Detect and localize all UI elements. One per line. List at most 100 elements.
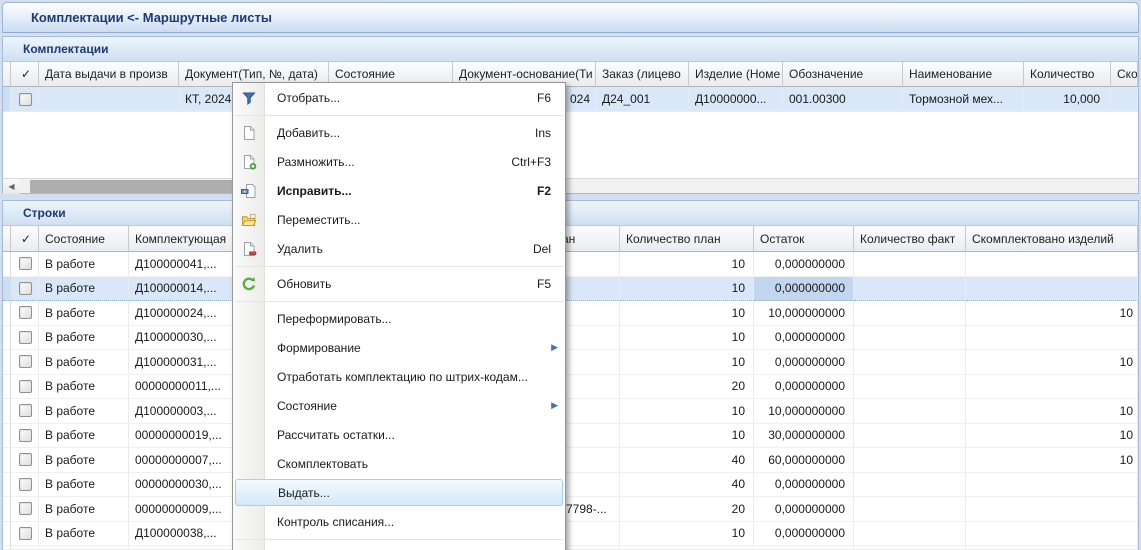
row-indicator [3,252,11,277]
row-checkbox[interactable] [19,478,32,491]
menu-item-filter[interactable]: Отобрать... F6 [233,83,565,112]
col-header-order[interactable]: Заказ (лицево [596,62,689,87]
menu-item-add[interactable]: Добавить... Ins [233,118,565,147]
cell-component: Д100000031,... [129,350,239,375]
cell-rest: 0,000000000 [754,350,854,375]
horizontal-scrollbar[interactable]: ◀ [3,178,1138,193]
cell-assembled: 10 [966,399,1138,424]
row-indicator [3,87,11,112]
menu-item-calc-rests[interactable]: Рассчитать остатки... [233,420,565,449]
row-checkbox[interactable] [19,404,32,417]
row-checkbox[interactable] [19,355,32,368]
col-header-name[interactable]: Наименование [903,62,1024,87]
menu-item-assemble[interactable]: Скомплектовать [233,449,565,478]
table-row[interactable]: В работе 00000000009,... 7798-... 20 0,0… [3,497,1138,522]
row-checkbox[interactable] [19,93,32,106]
cell-product: Д10000000... [689,87,783,112]
menu-item-refresh[interactable]: Обновить F5 [233,269,565,298]
col-header-assembled[interactable]: Ском [1111,62,1138,87]
col-header-qty-fact[interactable]: Количество факт [854,226,966,252]
table-row[interactable]: В работе Д100000031,... 10 0,000000000 1… [3,350,1138,375]
cell-qty-fact [854,424,966,449]
cell-state: В работе [39,277,129,302]
menu-item-reform[interactable]: Переформировать... [233,304,565,333]
cell-state: В работе [39,448,129,473]
row-indicator-header [3,226,11,252]
col-header-qty-plan[interactable]: Количество план [620,226,754,252]
page-title: Комплектации <- Маршрутные листы [31,10,272,25]
table-row[interactable]: В работе Д100000024,... 10 10,000000000 … [3,301,1138,326]
cell-state: В работе [39,252,129,277]
cell-rest: 0,000000000 [754,252,854,277]
row-checkbox[interactable] [19,502,32,515]
row-checkbox[interactable] [19,453,32,466]
table-row[interactable]: В работе Д100000030,... 10 0,000000000 [3,326,1138,351]
cell-assembled [966,375,1138,400]
col-header-assembled-products[interactable]: Скомплектовано изделий [966,226,1138,252]
menu-item-state[interactable]: Состояние ▶ [233,391,565,420]
cell-component: Д100000041,... [129,252,239,277]
table-row[interactable]: КТ, 2024 024 Д24_001 Д10000000... 001.00… [3,87,1138,112]
menu-item-duplicate[interactable]: Размножить... Ctrl+F3 [233,147,565,176]
select-all-column-header[interactable]: ✓ [11,226,39,252]
filter-icon [240,89,258,107]
row-checkbox[interactable] [19,282,32,295]
menu-item-barcode-processing[interactable]: Отработать комплектацию по штрих-кодам..… [233,362,565,391]
cell-assembled [1111,87,1138,112]
menu-item-formation[interactable]: Формирование ▶ [233,333,565,362]
table-row[interactable]: В работе 00000000019,... 10 30,000000000… [3,424,1138,449]
row-indicator [3,448,11,473]
cell-name: Тормозной мех... [903,87,1024,112]
cell-component: 00000000009,... [129,497,239,522]
menu-item-edit[interactable]: Исправить... F2 [233,176,565,205]
cell-rest: 0,000000000 [754,326,854,351]
cell-designation: 001.00300 [783,87,903,112]
table-row[interactable]: В работе Д100000041,... 10 0,000000000 [3,252,1138,277]
table-row[interactable]: В работе 00000000011,... 20 0,000000000 [3,375,1138,400]
cell-component: Д100000014,... [129,277,239,302]
row-checkbox[interactable] [19,257,32,270]
cell-rest: 60,000000000 [754,448,854,473]
col-header-component[interactable]: Комплектующая [129,226,239,252]
panel-stroki: Строки ✓ Состояние Комплектующая ан Коли… [2,200,1139,550]
row-checkbox[interactable] [19,527,32,540]
col-header-state[interactable]: Состояние [39,226,129,252]
table-row[interactable]: В работе 00000000030,... 40 0,000000000 [3,473,1138,498]
row-checkbox[interactable] [19,380,32,393]
cell-component: Д100000038,... [129,522,239,547]
cell-qty-plan: 40 [620,448,754,473]
scroll-left-button[interactable]: ◀ [3,179,20,194]
row-checkbox[interactable] [19,331,32,344]
submenu-arrow-icon: ▶ [551,342,558,353]
table-row[interactable]: В работе 00000000007,... 40 60,000000000… [3,448,1138,473]
table-row[interactable]: В работе Д100000038,... 10 0,000000000 [3,522,1138,547]
col-header-rest[interactable]: Остаток [754,226,854,252]
cell-qty-fact [854,252,966,277]
cell-state: В работе [39,350,129,375]
row-checkbox[interactable] [19,306,32,319]
cell-order: Д24_001 [596,87,689,112]
table-row[interactable]: В работе Д100000003,... 10 10,000000000 … [3,399,1138,424]
col-header-designation[interactable]: Обозначение [783,62,903,87]
row-indicator [3,522,11,547]
col-header-date-issued[interactable]: Дата выдачи в произв [39,62,179,87]
menu-item-delete[interactable]: Удалить Del [233,234,565,263]
cell-assembled [966,252,1138,277]
cell-qty-plan: 20 [620,497,754,522]
col-header-product[interactable]: Изделие (Номе [689,62,783,87]
menu-item-move[interactable]: Переместить... [233,205,565,234]
select-all-column-header[interactable]: ✓ [11,62,39,87]
row-indicator [3,497,11,522]
table-row-selected[interactable]: В работе Д100000014,... 10 0,000000000 [3,277,1138,302]
menu-item-writeoff-control[interactable]: Контроль списания... [233,507,565,536]
cell-rest: 0,000000000 [754,497,854,522]
context-menu: Отобрать... F6 Добавить... Ins Размножит… [232,82,566,550]
cell-state: В работе [39,522,129,547]
menu-item-issue[interactable]: Выдать... [235,479,563,506]
cell-state: В работе [39,326,129,351]
row-indicator [3,350,11,375]
row-checkbox[interactable] [19,429,32,442]
cell-qty-plan: 40 [620,473,754,498]
col-header-quantity[interactable]: Количество [1024,62,1111,87]
edit-icon [240,182,258,200]
